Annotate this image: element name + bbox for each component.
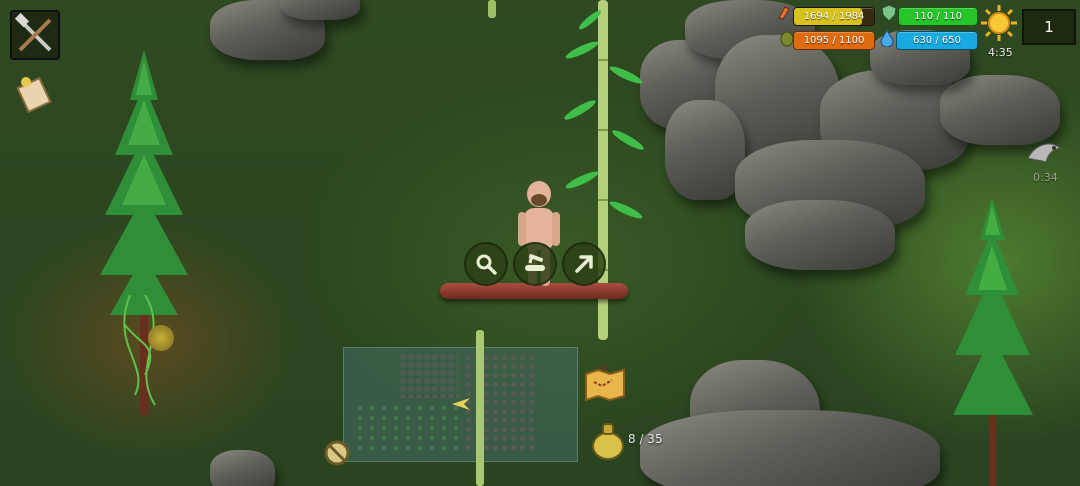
pine-tree xyxy=(100,50,188,415)
food-value: 1095 / 1100 xyxy=(803,35,865,46)
game-viewport[interactable]: 8 / 35 1694 / 1984 110 / 110 1095 / 1100… xyxy=(0,0,1080,486)
health-value: 1694 / 1984 xyxy=(803,11,865,22)
rock xyxy=(745,200,895,270)
rock xyxy=(280,0,360,20)
move-button[interactable] xyxy=(562,242,606,286)
minimap-trees xyxy=(354,403,464,453)
crossed-tools-icon xyxy=(14,12,52,52)
rock xyxy=(665,100,745,200)
armor-bar: 110 / 110 xyxy=(898,7,978,26)
rock xyxy=(940,75,1060,145)
bamboo-stalk xyxy=(488,0,496,18)
raid-indicator[interactable] xyxy=(1026,138,1062,170)
rock xyxy=(640,410,940,486)
rock xyxy=(210,450,275,486)
scroll-icon xyxy=(16,76,52,114)
minimap-rocks xyxy=(399,353,459,398)
level-value: 1 xyxy=(1044,18,1054,36)
armor-value: 110 / 110 xyxy=(914,11,962,22)
inventory-bag-button[interactable] xyxy=(590,420,626,460)
water-bar: 630 / 650 xyxy=(896,31,978,50)
water-icon xyxy=(878,28,896,48)
health-bar: 1694 / 1984 xyxy=(793,7,875,26)
quests-button[interactable] xyxy=(12,70,56,114)
health-icon xyxy=(775,4,793,22)
food-bar: 1095 / 1100 xyxy=(793,31,875,50)
pine-tree xyxy=(953,197,1033,486)
craft-button[interactable] xyxy=(10,10,60,60)
water-value: 630 / 650 xyxy=(913,35,961,46)
game-time: 4:35 xyxy=(988,46,1013,59)
player-marker-icon xyxy=(452,398,470,410)
disabled-button[interactable] xyxy=(322,438,352,468)
raid-timer: 0:34 xyxy=(1033,171,1058,184)
minimap[interactable] xyxy=(343,347,578,462)
arrow-up-right-icon xyxy=(575,255,593,273)
minimap-rocks xyxy=(464,353,534,453)
weather-indicator xyxy=(980,4,1018,42)
treasure-map-icon xyxy=(585,365,625,402)
magnifier-icon xyxy=(476,254,497,275)
bamboo-stalk xyxy=(476,330,484,486)
sun-icon xyxy=(981,5,1017,41)
saw-log-icon xyxy=(525,254,545,271)
inventory-count: 8 / 35 xyxy=(628,432,663,446)
map-button[interactable] xyxy=(582,364,628,402)
pouch-icon xyxy=(592,423,624,460)
level-box[interactable]: 1 xyxy=(1022,9,1076,45)
blocked-icon xyxy=(324,440,350,466)
glow-orb xyxy=(148,325,174,351)
eagle-icon xyxy=(1027,143,1062,163)
armor-icon xyxy=(880,4,898,22)
chop-button[interactable] xyxy=(513,242,557,286)
inspect-button[interactable] xyxy=(464,242,508,286)
